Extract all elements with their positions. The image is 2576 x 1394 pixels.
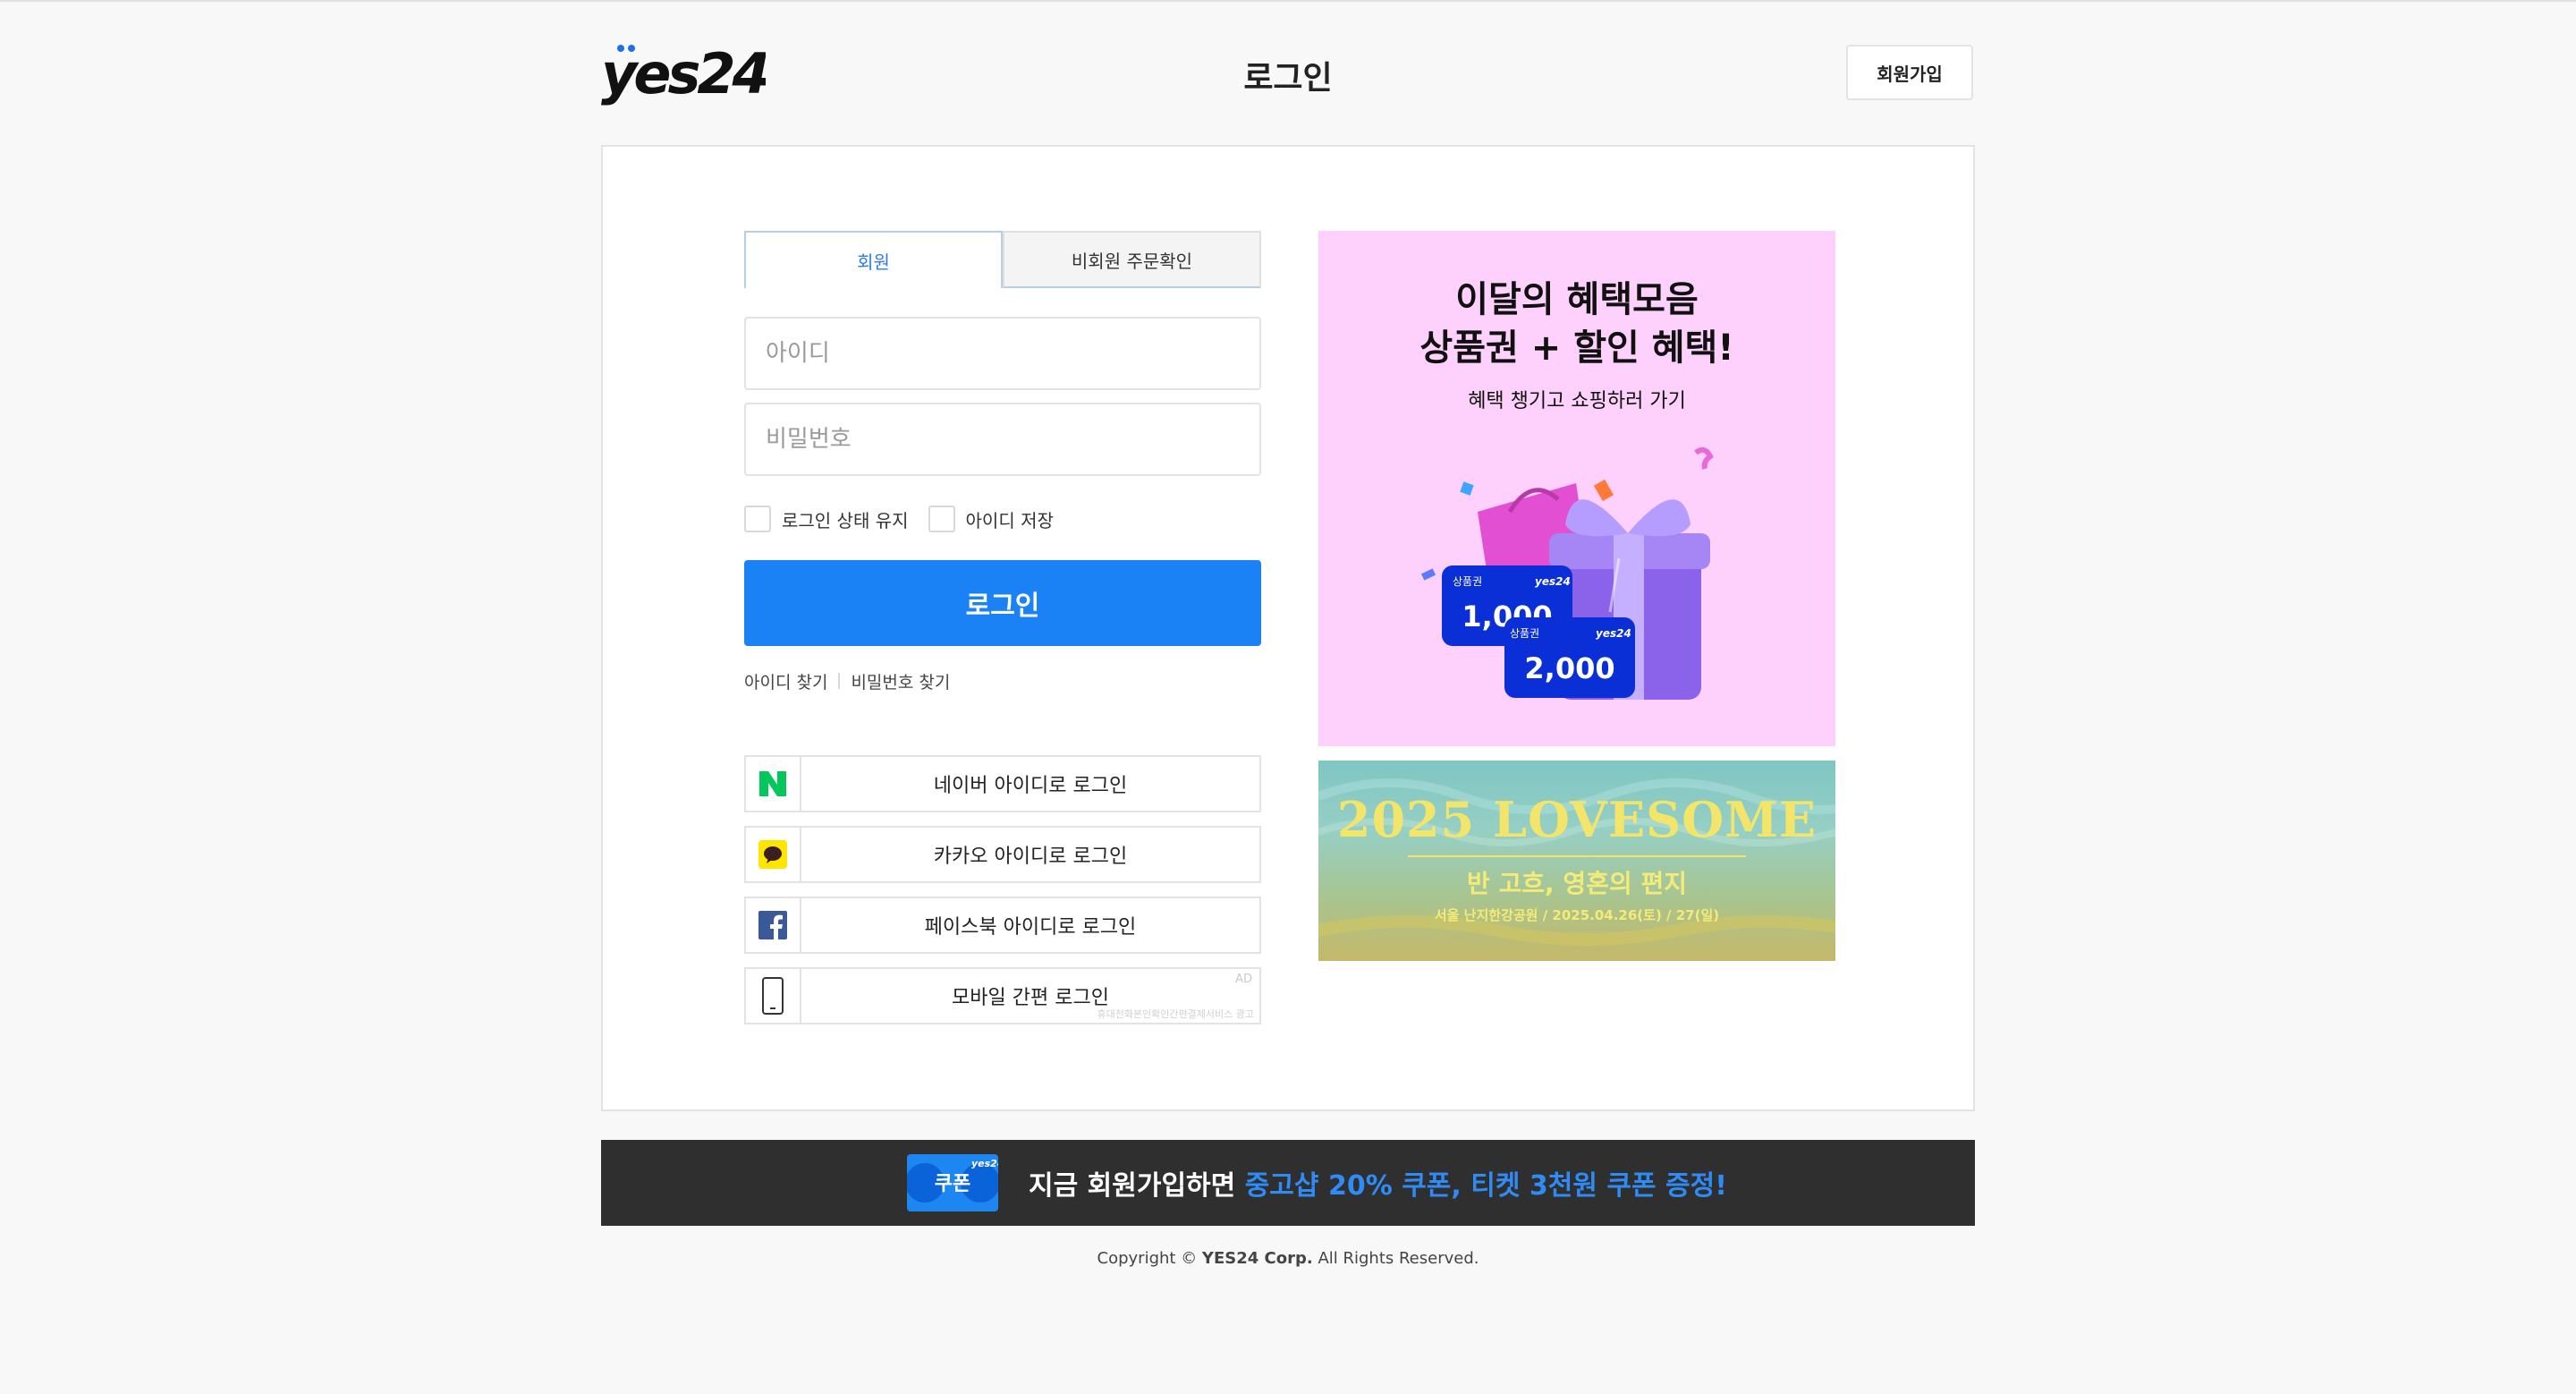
- page-title: 로그인: [1243, 60, 1333, 97]
- login-options: 로그인 상태 유지 아이디 저장: [744, 503, 1073, 535]
- lovesome-detail: 서울 난지한강공원 / 2025.04.26(토) / 27(일): [1434, 907, 1720, 923]
- password-input[interactable]: [744, 403, 1261, 476]
- lovesome-subtitle: 반 고흐, 영혼의 편지: [1467, 869, 1687, 898]
- lovesome-title: 2025 LOVESOME: [1336, 791, 1818, 848]
- login-panel: 회원 비회원 주문확인 로그인 상태 유지 아이디 저장 로그인 아이디 찾기 …: [601, 145, 1975, 1111]
- benefits-banner[interactable]: 이달의 혜택모음 상품권 + 할인 혜택! 혜택 챙기고 쇼핑하러 가기 상품권…: [1318, 231, 1835, 746]
- id-input[interactable]: [744, 317, 1261, 390]
- kakao-icon: [758, 840, 787, 869]
- save-id-label[interactable]: 아이디 저장: [966, 506, 1054, 532]
- link-divider: [838, 673, 841, 689]
- svg-text:상품권: 상품권: [1453, 575, 1482, 588]
- banner-divider: [1408, 855, 1746, 857]
- svg-text:yes24: yes24: [971, 1158, 998, 1169]
- lovesome-banner[interactable]: 2025 LOVESOME 반 고흐, 영혼의 편지 서울 난지한강공원 / 2…: [1318, 761, 1835, 961]
- find-password-link[interactable]: 비밀번호 찾기: [851, 669, 950, 693]
- tab-member[interactable]: 회원: [744, 231, 1003, 288]
- mobile-login-button[interactable]: 모바일 간편 로그인 AD 휴대전화본인확인간편결제서비스 광고: [744, 967, 1261, 1024]
- promo-text-white: 지금 회원가입하면: [1029, 1170, 1245, 1202]
- top-divider: [0, 0, 2576, 2]
- copyright-brand: YES24 Corp.: [1201, 1249, 1313, 1268]
- facebook-login-label: 페이스북 아이디로 로그인: [924, 916, 1137, 939]
- find-account-links: 아이디 찾기 비밀번호 찾기: [744, 667, 950, 694]
- save-id-checkbox[interactable]: [928, 506, 955, 532]
- keep-login-checkbox[interactable]: [744, 506, 771, 532]
- naver-login-label: 네이버 아이디로 로그인: [933, 775, 1128, 797]
- svg-text:yes24: yes24: [1535, 575, 1571, 588]
- facebook-icon: [758, 911, 787, 939]
- ad-note: 휴대전화본인확인간편결제서비스 광고: [1097, 1008, 1254, 1020]
- copyright: Copyright © YES24 Corp. All Rights Reser…: [1097, 1249, 1479, 1268]
- svg-text:쿠폰: 쿠폰: [935, 1173, 970, 1195]
- banner-title-line1: 이달의 혜택모음: [1455, 279, 1699, 320]
- signup-promo-banner[interactable]: yes24 쿠폰 지금 회원가입하면 중고샵 20% 쿠폰, 티켓 3천원 쿠폰…: [601, 1140, 1975, 1226]
- keep-login-label[interactable]: 로그인 상태 유지: [782, 506, 909, 532]
- facebook-login-button[interactable]: 페이스북 아이디로 로그인: [744, 897, 1261, 954]
- tab-guest-order[interactable]: 비회원 주문확인: [1003, 231, 1261, 288]
- promo-text: 지금 회원가입하면 중고샵 20% 쿠폰, 티켓 3천원 쿠폰 증정!: [1029, 1140, 1727, 1226]
- svg-text:2,000: 2,000: [1524, 651, 1614, 685]
- naver-login-button[interactable]: 네이버 아이디로 로그인: [744, 755, 1261, 812]
- signup-button[interactable]: 회원가입: [1846, 45, 1973, 100]
- login-tabs: 회원 비회원 주문확인: [744, 231, 1261, 288]
- svg-text:yes24: yes24: [1596, 627, 1631, 640]
- gift-illustration: 상품권 yes24 1,000 상품권 yes24 2,000: [1420, 446, 1714, 700]
- find-id-link[interactable]: 아이디 찾기: [744, 669, 827, 693]
- kakao-login-button[interactable]: 카카오 아이디로 로그인: [744, 826, 1261, 883]
- kakao-login-label: 카카오 아이디로 로그인: [933, 846, 1128, 868]
- promo-text-highlight: 중고샵 20% 쿠폰, 티켓 3천원 쿠폰 증정!: [1244, 1170, 1727, 1202]
- banner-subtitle: 혜택 챙기고 쇼핑하러 가기: [1468, 390, 1686, 412]
- svg-text:상품권: 상품권: [1510, 627, 1539, 640]
- mobile-phone-icon: [762, 977, 784, 1015]
- naver-icon: [759, 771, 786, 796]
- banner-title-line2: 상품권 + 할인 혜택!: [1419, 327, 1734, 369]
- login-button[interactable]: 로그인: [744, 560, 1261, 646]
- coupon-badge: yes24 쿠폰: [907, 1154, 998, 1211]
- ad-tag: AD: [1235, 973, 1252, 986]
- header: yes24 로그인 회원가입: [601, 39, 1975, 111]
